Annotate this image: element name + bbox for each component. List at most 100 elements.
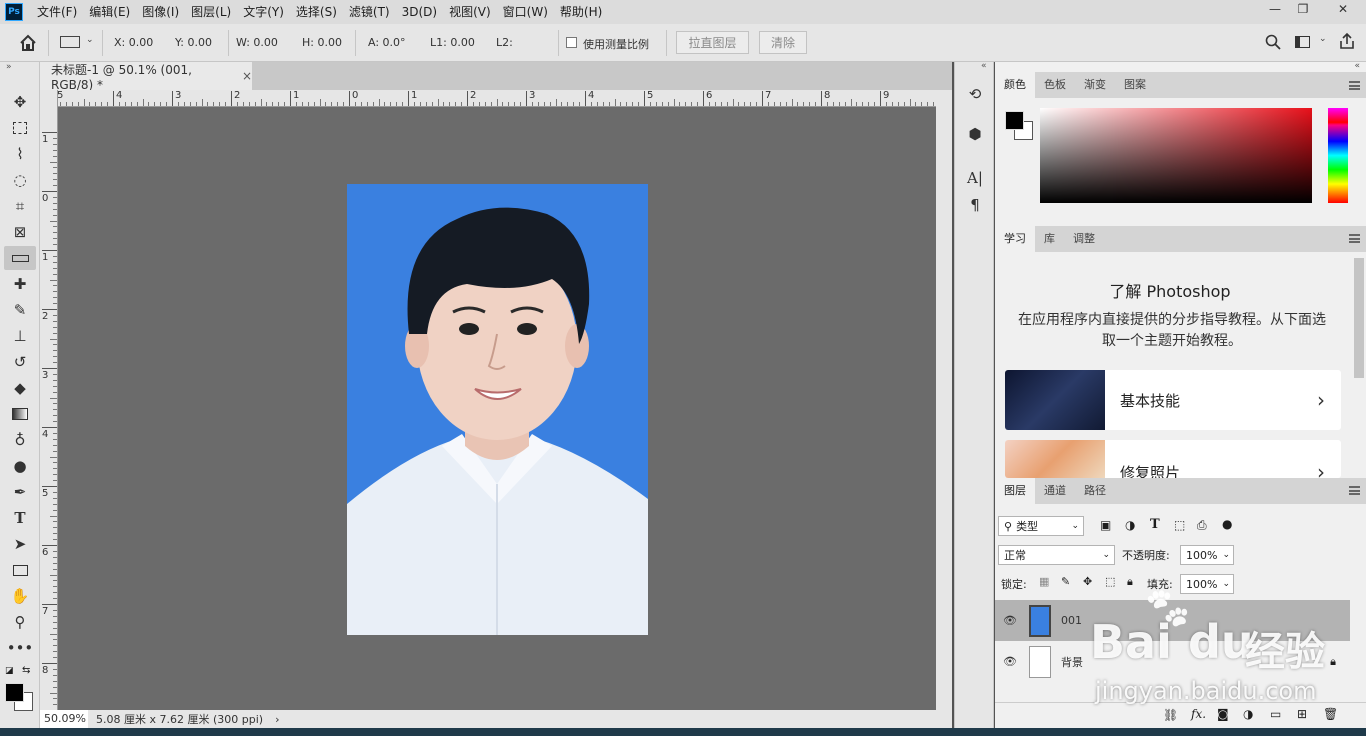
collapse-icon[interactable]: «	[1354, 61, 1360, 71]
new-layer-icon[interactable]: ⊞	[1297, 707, 1307, 721]
default-colors-icon[interactable]: ◪	[5, 666, 14, 676]
menu-type[interactable]: 文字(Y)	[237, 0, 290, 24]
type-filter-icon[interactable]: T	[1150, 517, 1160, 532]
tab-patterns[interactable]: 图案	[1115, 72, 1155, 98]
panel-menu-icon[interactable]	[1349, 81, 1360, 90]
shape-filter-icon[interactable]: ⬚	[1174, 518, 1185, 532]
close-window-icon[interactable]: ✕	[1324, 0, 1362, 18]
document-tab[interactable]: 未标题-1 @ 50.1% (001, RGB/8) * ×	[40, 62, 252, 92]
more-tools-icon[interactable]: •••	[4, 636, 36, 660]
restore-icon[interactable]: ❐	[1289, 0, 1317, 18]
pen-tool-icon[interactable]: ✒	[4, 480, 36, 504]
tab-libraries[interactable]: 库	[1035, 226, 1064, 252]
dodge-tool-icon[interactable]: ●	[4, 454, 36, 478]
zoom-tool-icon[interactable]: ⚲	[4, 610, 36, 634]
menu-view[interactable]: 视图(V)	[443, 0, 497, 24]
clear-button[interactable]: 清除	[759, 31, 807, 54]
history-icon[interactable]: ⟲	[959, 82, 991, 106]
vertical-scrollbar[interactable]	[936, 90, 952, 710]
hand-tool-icon[interactable]: ✋	[4, 584, 36, 608]
learn-card-basic-skills[interactable]: 基本技能 ›	[1005, 370, 1341, 430]
history-brush-tool-icon[interactable]: ↺	[4, 350, 36, 374]
chevron-down-icon[interactable]: ⌄	[86, 35, 94, 45]
document-canvas-photo[interactable]	[347, 184, 648, 635]
panel-menu-icon[interactable]	[1349, 486, 1360, 495]
foreground-color-chip[interactable]	[1005, 111, 1024, 130]
chevron-down-icon[interactable]: ⌄	[1319, 34, 1327, 44]
tab-layers[interactable]: 图层	[995, 478, 1035, 504]
path-select-tool-icon[interactable]: ➤	[4, 532, 36, 556]
tab-paths[interactable]: 路径	[1075, 478, 1115, 504]
opacity-field[interactable]: 100% ⌄	[1180, 545, 1234, 565]
rectangle-tool-icon[interactable]	[4, 558, 36, 582]
lock-pixels-icon[interactable]: ✎	[1061, 575, 1070, 588]
blur-tool-icon[interactable]: ♁	[4, 428, 36, 452]
collapse-icon[interactable]: «	[981, 61, 987, 71]
character-icon[interactable]: A|	[959, 166, 991, 190]
gradient-tool-icon[interactable]	[4, 402, 36, 426]
search-icon[interactable]	[1265, 34, 1281, 50]
menu-file[interactable]: 文件(F)	[31, 0, 83, 24]
collapse-icon[interactable]: »	[6, 62, 12, 72]
menu-select[interactable]: 选择(S)	[290, 0, 343, 24]
smart-object-filter-icon[interactable]: ⎙	[1197, 518, 1207, 533]
quick-select-tool-icon[interactable]: ◌	[4, 168, 36, 192]
add-mask-icon[interactable]: ◙	[1217, 707, 1229, 721]
learn-scrollbar[interactable]	[1354, 258, 1364, 378]
move-tool-icon[interactable]: ✥	[4, 90, 36, 114]
visibility-eye-icon[interactable]: 👁︎	[1003, 655, 1021, 668]
lasso-tool-icon[interactable]: ⌇	[4, 142, 36, 166]
swap-colors-icon[interactable]: ⇆	[22, 665, 30, 676]
menu-layer[interactable]: 图层(L)	[185, 0, 237, 24]
workspace-icon[interactable]	[1295, 36, 1310, 48]
frame-tool-icon[interactable]: ⊠	[4, 220, 36, 244]
brush-tool-icon[interactable]: ✎	[4, 298, 36, 322]
layer-filter-select[interactable]: ⚲ 类型 ⌄	[998, 516, 1084, 536]
zoom-level[interactable]: 50.09%	[40, 710, 88, 728]
tab-adjustments[interactable]: 调整	[1064, 226, 1104, 252]
lock-transparent-icon[interactable]: ▦	[1039, 575, 1049, 588]
share-icon[interactable]	[1338, 32, 1356, 50]
menu-filter[interactable]: 滤镜(T)	[343, 0, 396, 24]
status-menu-arrow[interactable]: ›	[275, 713, 279, 726]
adjustment-layer-icon[interactable]: ◑	[1243, 707, 1253, 721]
blend-mode-select[interactable]: 正常 ⌄	[998, 545, 1115, 565]
adjustment-filter-icon[interactable]: ◑	[1125, 518, 1135, 532]
fx-icon[interactable]: fx.	[1191, 707, 1206, 721]
visibility-eye-icon[interactable]: 👁︎	[1003, 614, 1021, 627]
panel-menu-icon[interactable]	[1349, 234, 1360, 243]
crop-tool-icon[interactable]: ⌗	[4, 194, 36, 218]
menu-3d[interactable]: 3D(D)	[396, 0, 443, 24]
tab-channels[interactable]: 通道	[1035, 478, 1075, 504]
color-field[interactable]	[1040, 108, 1312, 203]
paragraph-icon[interactable]: ¶	[959, 193, 991, 217]
foreground-color-swatch[interactable]	[5, 683, 24, 702]
use-scale-checkbox[interactable]	[566, 37, 577, 48]
image-filter-icon[interactable]: ▣	[1100, 518, 1111, 532]
menu-help[interactable]: 帮助(H)	[554, 0, 608, 24]
layer-name[interactable]: 背景	[1061, 654, 1083, 670]
tab-swatches[interactable]: 色板	[1035, 72, 1075, 98]
marquee-tool-icon[interactable]	[4, 116, 36, 140]
home-icon[interactable]	[18, 33, 38, 53]
link-layers-icon[interactable]: ⛓	[1163, 708, 1178, 722]
menu-image[interactable]: 图像(I)	[136, 0, 185, 24]
layer-name[interactable]: 001	[1061, 614, 1082, 627]
minimize-icon[interactable]: —	[1261, 0, 1289, 18]
tab-gradients[interactable]: 渐变	[1075, 72, 1115, 98]
filter-toggle-icon[interactable]: ●	[1222, 517, 1232, 531]
menu-window[interactable]: 窗口(W)	[497, 0, 554, 24]
tab-learn[interactable]: 学习	[995, 226, 1035, 252]
new-group-icon[interactable]: ▭	[1270, 707, 1281, 721]
straighten-layer-button[interactable]: 拉直图层	[676, 31, 749, 54]
healing-brush-tool-icon[interactable]: ✚	[4, 272, 36, 296]
ruler-tool-icon[interactable]	[4, 246, 36, 270]
menu-edit[interactable]: 编辑(E)	[83, 0, 136, 24]
ruler-tool-icon[interactable]	[60, 36, 80, 48]
stamp-tool-icon[interactable]: ⊥	[4, 324, 36, 348]
tab-color[interactable]: 颜色	[995, 72, 1035, 98]
delete-layer-icon[interactable]: 🗑︎	[1323, 707, 1338, 721]
hue-slider[interactable]	[1328, 108, 1348, 203]
type-tool-icon[interactable]: T	[4, 506, 36, 530]
eraser-tool-icon[interactable]: ◆	[4, 376, 36, 400]
